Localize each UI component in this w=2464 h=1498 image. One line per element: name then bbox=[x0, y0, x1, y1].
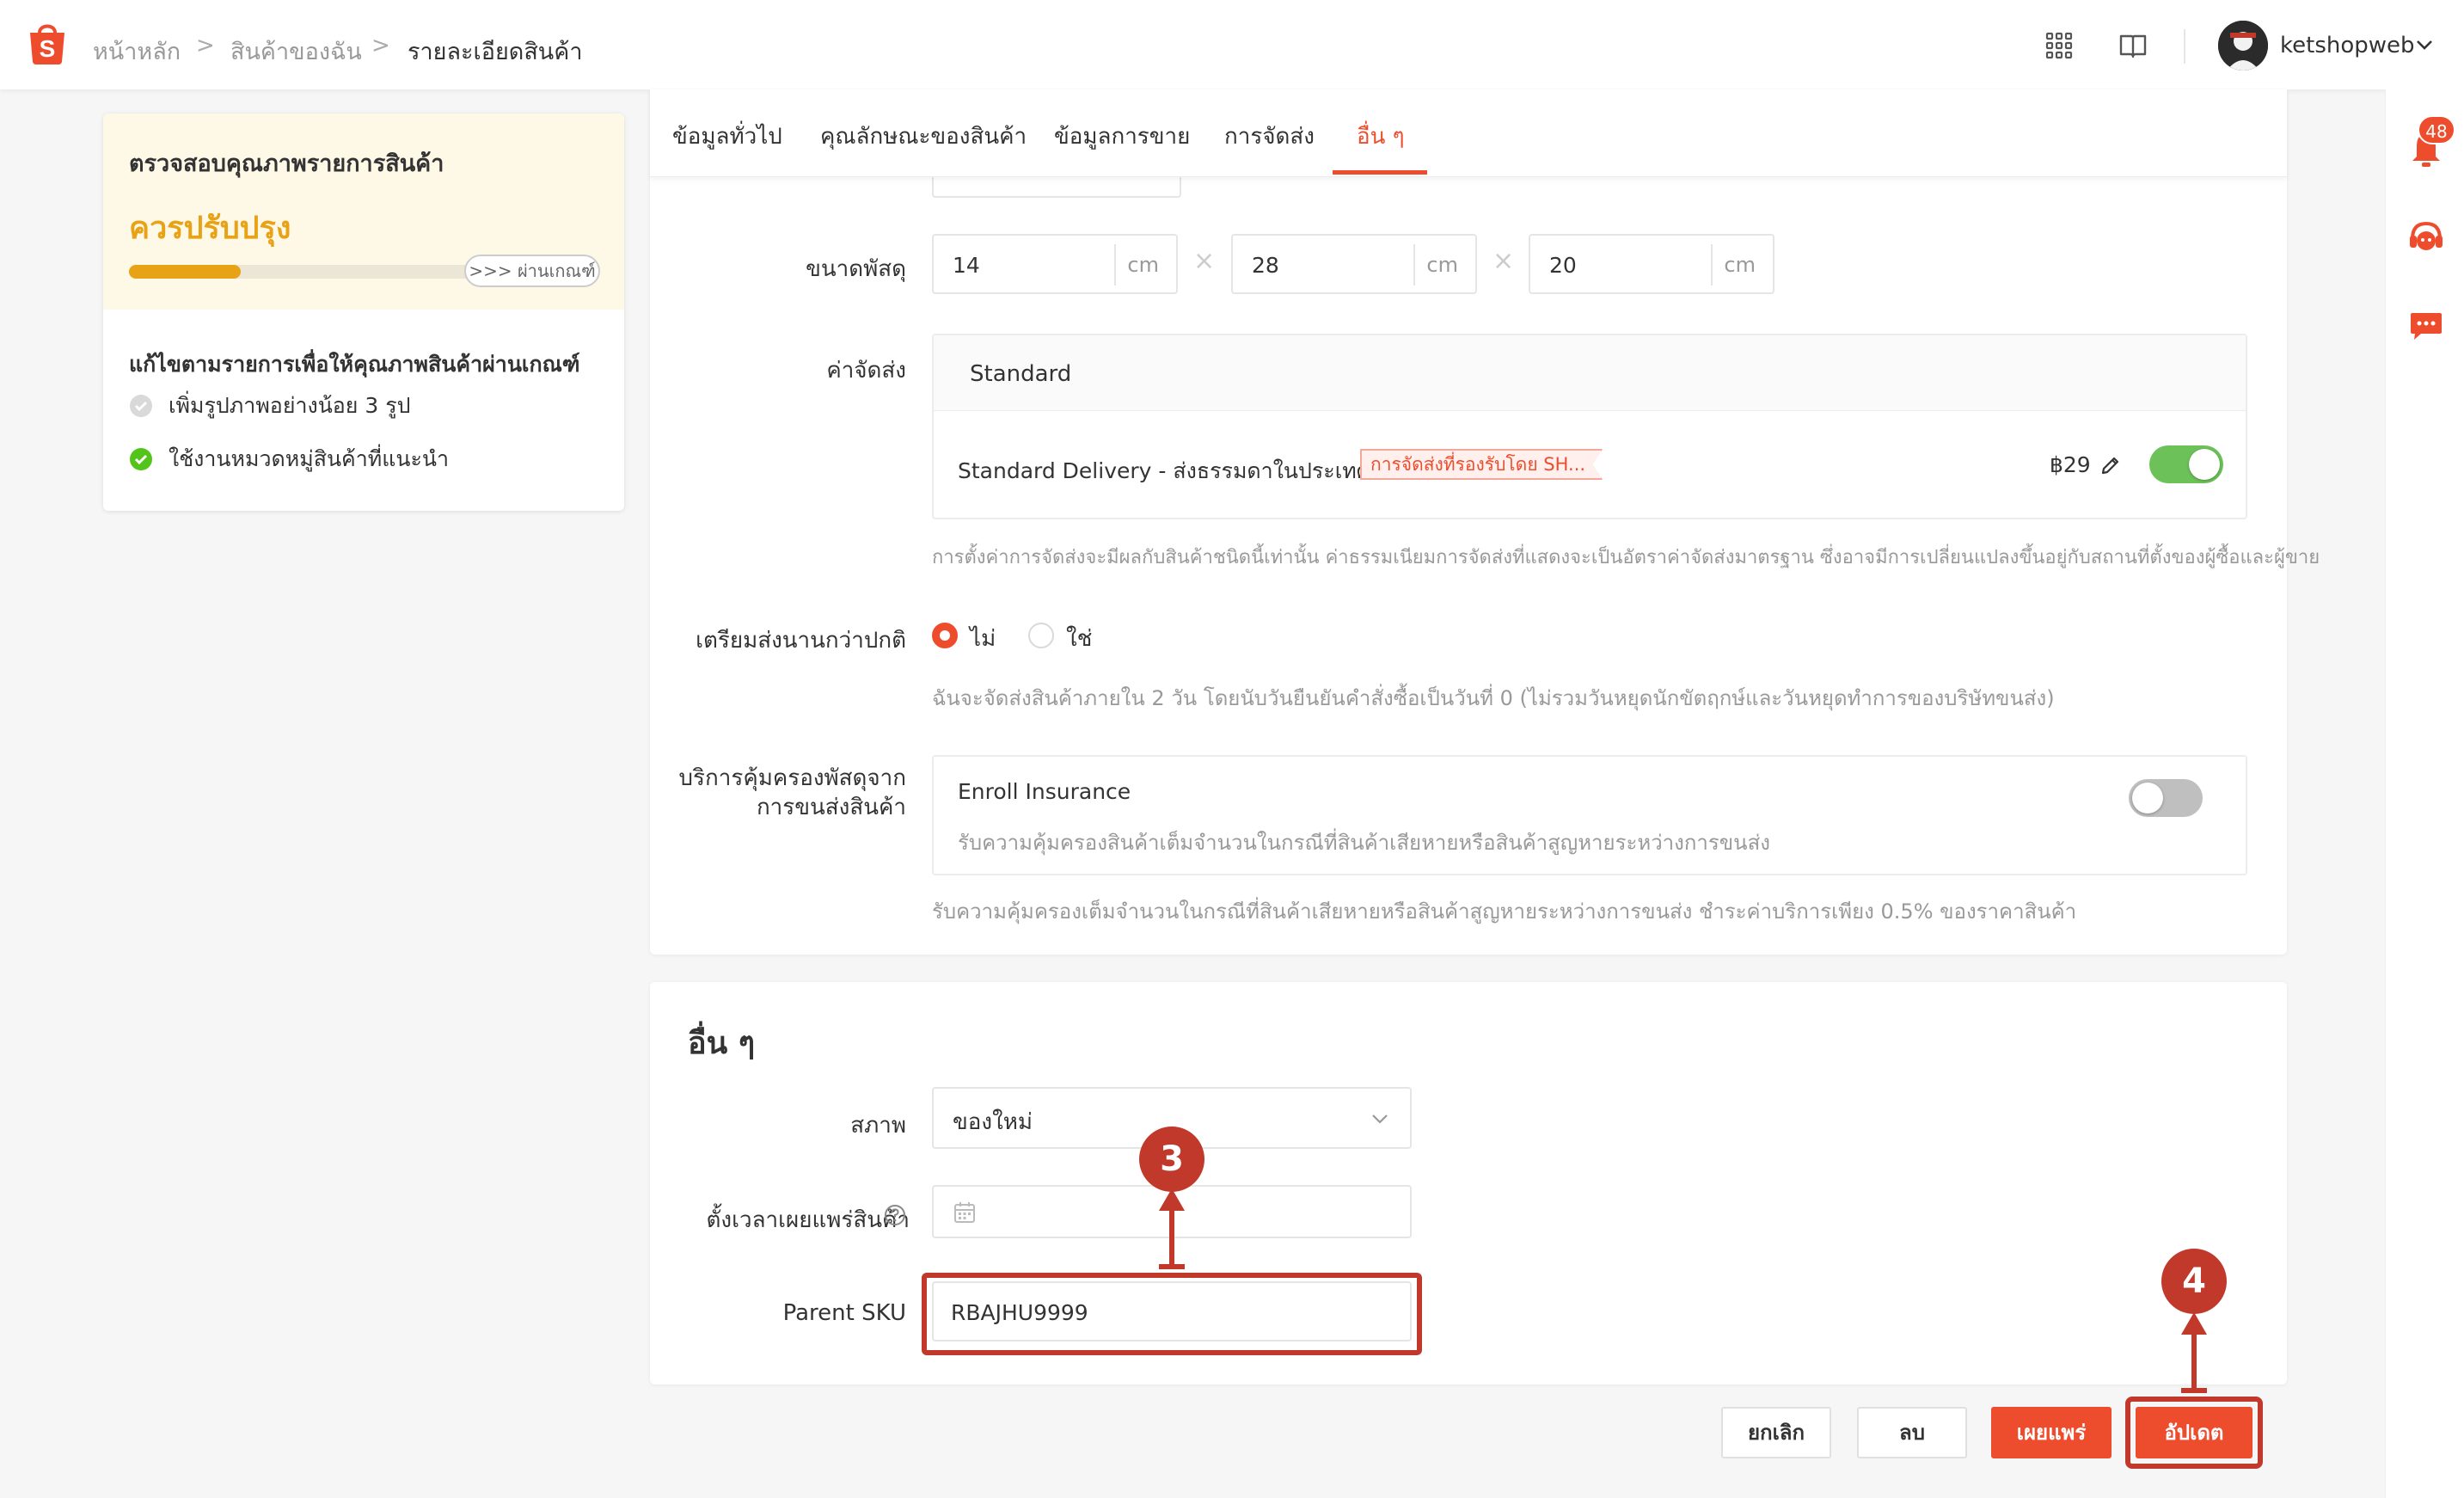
notification-badge: 48 bbox=[2418, 115, 2455, 144]
shipping-method-tag: การจัดส่งที่รองรับโดย SH... bbox=[1360, 449, 1603, 480]
parcel-height-value: 20 bbox=[1549, 253, 1577, 278]
pass-threshold-marker: >>> ผ่านเกณฑ์ bbox=[464, 255, 600, 287]
preorder-hint: ฉันจะจัดส่งสินค้าภายใน 2 วัน โดยนับวันยื… bbox=[932, 686, 2055, 710]
chevron-down-icon[interactable] bbox=[1369, 1108, 1391, 1130]
tab-others[interactable]: อื่น ๆ bbox=[1357, 119, 1405, 154]
shipping-method-name: Standard Delivery - ส่งธรรมดาในประเทศ bbox=[958, 458, 1370, 483]
schedule-publish-label: ตั้งเวลาเผยแพร่สินค้า bbox=[706, 1207, 910, 1233]
unit-label: cm bbox=[1426, 253, 1458, 277]
preorder-label: เตรียมส่งนานกว่าปกติ bbox=[696, 628, 906, 654]
unit-label: cm bbox=[1724, 253, 1756, 277]
tab-attributes[interactable]: คุณลักษณะของสินค้า bbox=[820, 119, 1027, 154]
insurance-label-line2: การขนส่งสินค้า bbox=[756, 795, 906, 820]
edit-pencil-icon[interactable] bbox=[2099, 454, 2122, 476]
username[interactable]: ketshopweb bbox=[2280, 33, 2415, 58]
top-header bbox=[0, 0, 2464, 89]
annotation-arrow-base bbox=[2181, 1388, 2207, 1393]
parcel-width-input[interactable]: 14 cm bbox=[932, 234, 1178, 294]
done-check-icon bbox=[130, 448, 152, 470]
parent-sku-label: Parent SKU bbox=[782, 1300, 906, 1326]
insurance-description: รับความคุ้มครองสินค้าเต็มจำนวนในกรณีที่ส… bbox=[958, 831, 1770, 855]
quality-item: ใช้งานหมวดหมู่สินค้าที่แนะนำ bbox=[129, 442, 449, 476]
shipping-group-title: Standard bbox=[970, 361, 1072, 387]
parcel-length-value: 28 bbox=[1252, 253, 1279, 278]
avatar[interactable] bbox=[2218, 21, 2268, 71]
unit-label: cm bbox=[1127, 253, 1159, 277]
breadcrumb-separator: > bbox=[196, 33, 215, 58]
apps-grid-icon[interactable] bbox=[2044, 31, 2074, 60]
annotation-arrow-base bbox=[1159, 1264, 1185, 1269]
toggle-knob bbox=[2189, 449, 2220, 480]
quality-item-label: ใช้งานหมวดหมู่สินค้าที่แนะนำ bbox=[169, 446, 450, 471]
toggle-knob bbox=[2132, 783, 2163, 813]
tab-shipping[interactable]: การจัดส่ง bbox=[1224, 119, 1315, 154]
breadcrumb-separator: > bbox=[371, 33, 390, 58]
preorder-yes-radio[interactable] bbox=[1028, 623, 1054, 648]
preorder-yes-label[interactable]: ใช่ bbox=[1066, 621, 1092, 656]
breadcrumb-home[interactable]: หน้าหลัก bbox=[93, 33, 181, 70]
shipping-group-header bbox=[934, 335, 2246, 411]
parcel-width-value: 14 bbox=[953, 253, 980, 278]
book-icon[interactable] bbox=[2118, 31, 2148, 60]
insurance-title: Enroll Insurance bbox=[958, 779, 1131, 804]
tab-sales-info[interactable]: ข้อมูลการขาย bbox=[1054, 119, 1190, 154]
chat-icon[interactable] bbox=[2407, 306, 2445, 344]
help-question-icon[interactable] bbox=[884, 1204, 906, 1226]
parcel-height-input[interactable]: 20 cm bbox=[1529, 234, 1774, 294]
right-side-rail bbox=[2385, 89, 2464, 1498]
header-divider bbox=[2184, 29, 2185, 64]
annotation-arrow-head-icon bbox=[2181, 1312, 2207, 1335]
shipping-fee-hint: การตั้งค่าการจัดส่งจะมีผลกับสินค้าชนิดนี… bbox=[932, 547, 2320, 568]
publish-button[interactable]: เผยแพร่ bbox=[1991, 1407, 2112, 1458]
quality-progress-fill bbox=[129, 265, 241, 279]
pass-arrows: >>> bbox=[469, 261, 512, 281]
chevron-down-icon[interactable] bbox=[2414, 34, 2435, 55]
insurance-hint: รับความคุ้มครองเต็มจำนวนในกรณีที่สินค้าเ… bbox=[932, 899, 2077, 924]
shipping-method-price: ฿29 bbox=[2050, 452, 2091, 477]
quality-card-title: ตรวจสอบคุณภาพรายการสินค้า bbox=[129, 150, 444, 177]
others-section-title: อื่น ๆ bbox=[688, 1026, 756, 1061]
times-symbol: × bbox=[1492, 246, 1515, 276]
customer-support-icon[interactable] bbox=[2407, 218, 2445, 256]
pass-label: ผ่านเกณฑ์ bbox=[517, 261, 596, 281]
tab-general-info[interactable]: ข้อมูลทั่วไป bbox=[672, 119, 782, 154]
times-symbol: × bbox=[1193, 246, 1216, 276]
shipping-fee-label: ค่าจัดส่ง bbox=[826, 358, 906, 384]
cancel-button[interactable]: ยกเลิก bbox=[1721, 1407, 1831, 1458]
parcel-size-label: ขนาดพัสดุ bbox=[806, 256, 906, 282]
annotation-highlight-sku bbox=[922, 1273, 1422, 1355]
quality-status: ควรปรับปรุง bbox=[129, 211, 291, 246]
quality-check-card: ตรวจสอบคุณภาพรายการสินค้า ควรปรับปรุง >>… bbox=[103, 114, 624, 511]
insurance-toggle[interactable] bbox=[2129, 779, 2203, 817]
active-tab-indicator bbox=[1333, 170, 1427, 175]
unit-divider bbox=[1114, 244, 1116, 285]
annotation-step-3: 3 bbox=[1139, 1127, 1204, 1192]
shipping-method-toggle[interactable] bbox=[2149, 445, 2223, 483]
quality-item: เพิ่มรูปภาพอย่างน้อย 3 รูป bbox=[129, 389, 411, 423]
breadcrumb-my-products[interactable]: สินค้าของฉัน bbox=[230, 33, 362, 70]
condition-value: ของใหม่ bbox=[953, 1109, 1033, 1135]
unit-divider bbox=[1413, 244, 1415, 285]
annotation-highlight-update bbox=[2125, 1397, 2263, 1469]
svg-text:S: S bbox=[40, 35, 56, 62]
calendar-icon bbox=[954, 1202, 975, 1223]
shopee-logo-icon[interactable]: S bbox=[28, 19, 67, 65]
delete-button[interactable]: ลบ bbox=[1857, 1407, 1967, 1458]
unit-divider bbox=[1711, 244, 1713, 285]
quality-card-subtitle: แก้ไขตามรายการเพื่อให้คุณภาพสินค้าผ่านเก… bbox=[129, 352, 580, 377]
breadcrumb-current: รายละเอียดสินค้า bbox=[408, 39, 583, 65]
preorder-no-label[interactable]: ไม่ bbox=[970, 621, 996, 656]
parcel-length-input[interactable]: 28 cm bbox=[1231, 234, 1477, 294]
quality-item-label: เพิ่มรูปภาพอย่างน้อย 3 รูป bbox=[169, 393, 411, 418]
condition-label: สภาพ bbox=[850, 1113, 906, 1139]
pending-check-icon bbox=[130, 395, 152, 417]
preorder-no-radio[interactable] bbox=[932, 623, 958, 648]
annotation-step-4: 4 bbox=[2161, 1249, 2227, 1314]
